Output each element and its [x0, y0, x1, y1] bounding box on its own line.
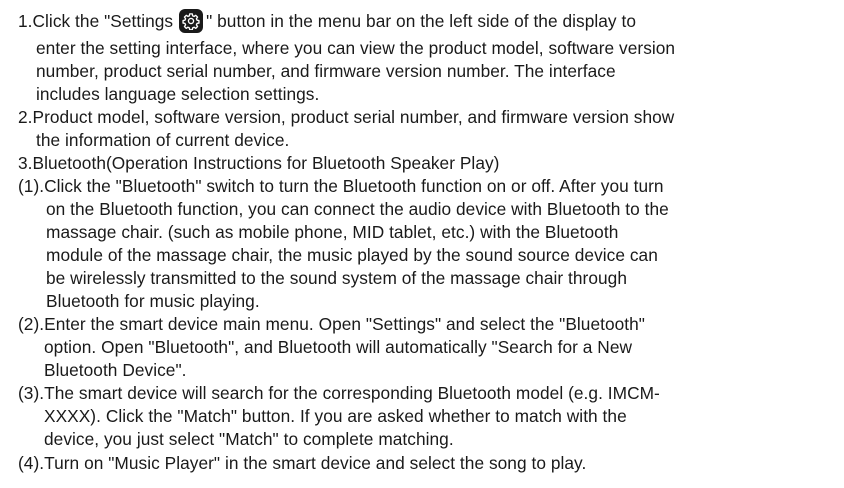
step-1-line-1: 1.Click the "Settings " button in the me… [18, 9, 636, 33]
substep-4-line-1: (4).Turn on "Music Player" in the smart … [18, 453, 587, 473]
substep-1-line-2: on the Bluetooth function, you can conne… [46, 199, 669, 219]
instruction-document: 1.Click the "Settings " button in the me… [0, 0, 844, 488]
substep-3-line-3: device, you just select "Match" to compl… [44, 429, 454, 449]
substep-1-line-5: be wirelessly transmitted to the sound s… [46, 268, 627, 288]
substep-3-line-2: XXXX). Click the "Match" button. If you … [44, 406, 627, 426]
substep-2-line-2: option. Open "Bluetooth", and Bluetooth … [44, 337, 633, 357]
step-3-heading: 3.Bluetooth(Operation Instructions for B… [18, 153, 500, 173]
step-2-line-1: 2.Product model, software version, produ… [18, 107, 675, 127]
gear-icon [179, 9, 204, 33]
substep-2-line-1: (2).Enter the smart device main menu. Op… [18, 314, 645, 334]
step-1-text-before-icon: 1.Click the "Settings [18, 11, 174, 31]
substep-1-line-3: massage chair. (such as mobile phone, MI… [46, 222, 619, 242]
substep-3-line-1: (3).The smart device will search for the… [18, 383, 660, 403]
step-1-line-4: includes language selection settings. [36, 84, 320, 104]
step-1-line-3: number, product serial number, and firmw… [36, 61, 616, 81]
substep-1-line-6: Bluetooth for music playing. [46, 291, 260, 311]
step-1-text-after-icon: " button in the menu bar on the left sid… [206, 11, 636, 31]
step-2-line-2: the information of current device. [36, 130, 290, 150]
substep-1-line-1: (1).Click the "Bluetooth" switch to turn… [18, 176, 664, 196]
substep-2-line-3: Bluetooth Device". [44, 360, 187, 380]
step-1-line-2: enter the setting interface, where you c… [36, 38, 676, 58]
substep-1-line-4: module of the massage chair, the music p… [46, 245, 658, 265]
